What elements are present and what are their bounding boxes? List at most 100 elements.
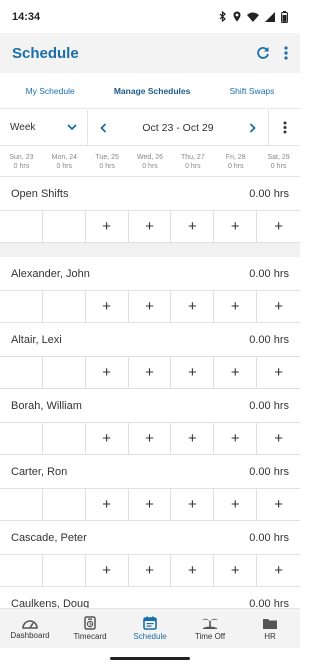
employee-hours: 0.00 hrs [249,333,289,346]
add-shift-button[interactable]: + [86,211,129,242]
add-shift-button[interactable]: + [171,489,215,520]
nav-time-off[interactable]: Time Off [180,609,240,648]
day-name: Sat, 29 [267,153,290,161]
add-shift-button[interactable]: + [171,291,215,322]
hr-folder-icon [263,618,277,629]
shift-cell[interactable] [0,489,43,520]
add-shift-button[interactable]: + [129,211,172,242]
nav-label: Timecard [73,632,107,641]
status-bar: 14:34 [0,0,300,33]
add-shift-button[interactable]: + [86,489,129,520]
add-shift-button[interactable]: + [257,489,300,520]
nav-label: Dashboard [10,631,50,640]
section-header: Caulkens, Doug 0.00 hrs [0,587,300,609]
shift-grid-row: + + + + + [0,422,300,455]
add-shift-button[interactable]: + [214,357,258,388]
nav-dashboard[interactable]: Dashboard [0,609,60,648]
add-shift-button[interactable]: + [129,489,172,520]
view-select-value: Week [10,122,36,133]
day-name: Sun, 23 [9,153,34,161]
day-hours: 0 hrs [99,162,115,170]
add-shift-button[interactable]: + [214,489,258,520]
chevron-right-icon[interactable] [249,122,256,133]
bluetooth-icon [219,11,226,22]
shift-cell[interactable] [0,211,43,242]
chevron-left-icon[interactable] [100,122,107,133]
nav-schedule[interactable]: Schedule [120,609,180,648]
schedule-subnav: My Schedule Manage Schedules Shift Swaps [0,73,300,109]
day-header: Tue, 25 0 hrs [86,147,129,176]
add-shift-button[interactable]: + [86,423,129,454]
add-shift-button[interactable]: + [214,555,258,586]
add-shift-button[interactable]: + [257,555,300,586]
date-range-label: Oct 23 - Oct 29 [142,121,214,134]
open-shifts-section: Open Shifts 0.00 hrs + + + + + [0,177,300,243]
add-shift-button[interactable]: + [129,555,172,586]
add-shift-button[interactable]: + [214,291,258,322]
add-shift-button[interactable]: + [129,423,172,454]
shift-cell[interactable] [0,555,43,586]
add-shift-button[interactable]: + [214,211,258,242]
add-shift-button[interactable]: + [214,423,258,454]
employee-name: Borah, William [11,399,82,412]
nav-timecard[interactable]: Timecard [60,609,120,648]
week-bar: Week Oct 23 - Oct 29 [0,110,300,146]
more-vert-icon[interactable] [284,46,288,60]
employee-hours: 0.00 hrs [249,531,289,544]
week-more-button[interactable] [268,110,300,145]
dashboard-icon [22,620,38,629]
day-hours: 0 hrs [56,162,73,170]
add-shift-button[interactable]: + [171,555,215,586]
employee-name: Alexander, John [11,267,90,280]
bottom-nav: Dashboard Timecard Schedule Time Off HR [0,608,300,648]
chevron-down-icon [67,124,77,131]
wifi-icon [247,12,259,22]
add-shift-button[interactable]: + [86,291,129,322]
shift-grid-row: + + + + + [0,290,300,323]
section-divider [0,243,300,257]
add-shift-button[interactable]: + [129,291,172,322]
schedule-icon [143,616,157,630]
add-shift-button[interactable]: + [86,357,129,388]
refresh-icon[interactable] [256,46,270,60]
shift-cell[interactable] [0,291,43,322]
shift-cell[interactable] [0,357,43,388]
shift-cell[interactable] [0,423,43,454]
day-header: Thu, 27 0 hrs [171,147,214,176]
day-hours: 0 hrs [270,162,287,170]
shift-cell[interactable] [43,489,86,520]
day-name: Mon, 24 [51,153,77,161]
add-shift-button[interactable]: + [257,211,300,242]
day-header: Sat, 29 0 hrs [257,147,300,176]
employee-section: Alexander, John 0.00 hrs + + + + + [0,257,300,323]
tab-manage-schedules[interactable]: Manage Schedules [114,86,191,96]
add-shift-button[interactable]: + [171,423,215,454]
section-header: Borah, William 0.00 hrs [0,389,300,422]
add-shift-button[interactable]: + [86,555,129,586]
more-vert-icon [283,121,286,134]
nav-label: Schedule [133,632,167,641]
section-header: Carter, Ron 0.00 hrs [0,455,300,488]
add-shift-button[interactable]: + [171,357,215,388]
add-shift-button[interactable]: + [129,357,172,388]
add-shift-button[interactable]: + [257,423,300,454]
day-hours: 0 hrs [13,162,30,170]
shift-cell[interactable] [43,555,86,586]
shift-cell[interactable] [43,291,86,322]
section-header: Cascade, Peter 0.00 hrs [0,521,300,554]
add-shift-button[interactable]: + [257,291,300,322]
tab-shift-swaps[interactable]: Shift Swaps [230,86,275,96]
shift-cell[interactable] [43,211,86,242]
tab-my-schedule[interactable]: My Schedule [26,86,75,96]
employee-hours: 0.00 hrs [249,267,289,280]
shift-cell[interactable] [43,357,86,388]
add-shift-button[interactable]: + [257,357,300,388]
shift-cell[interactable] [43,423,86,454]
add-shift-button[interactable]: + [171,211,215,242]
nav-hr[interactable]: HR [240,609,300,648]
status-time: 14:34 [12,10,41,23]
view-select[interactable]: Week [0,110,88,145]
home-indicator[interactable] [110,657,190,660]
header-actions [256,46,288,60]
schedule-list[interactable]: Open Shifts 0.00 hrs + + + + + Alexander… [0,177,300,608]
